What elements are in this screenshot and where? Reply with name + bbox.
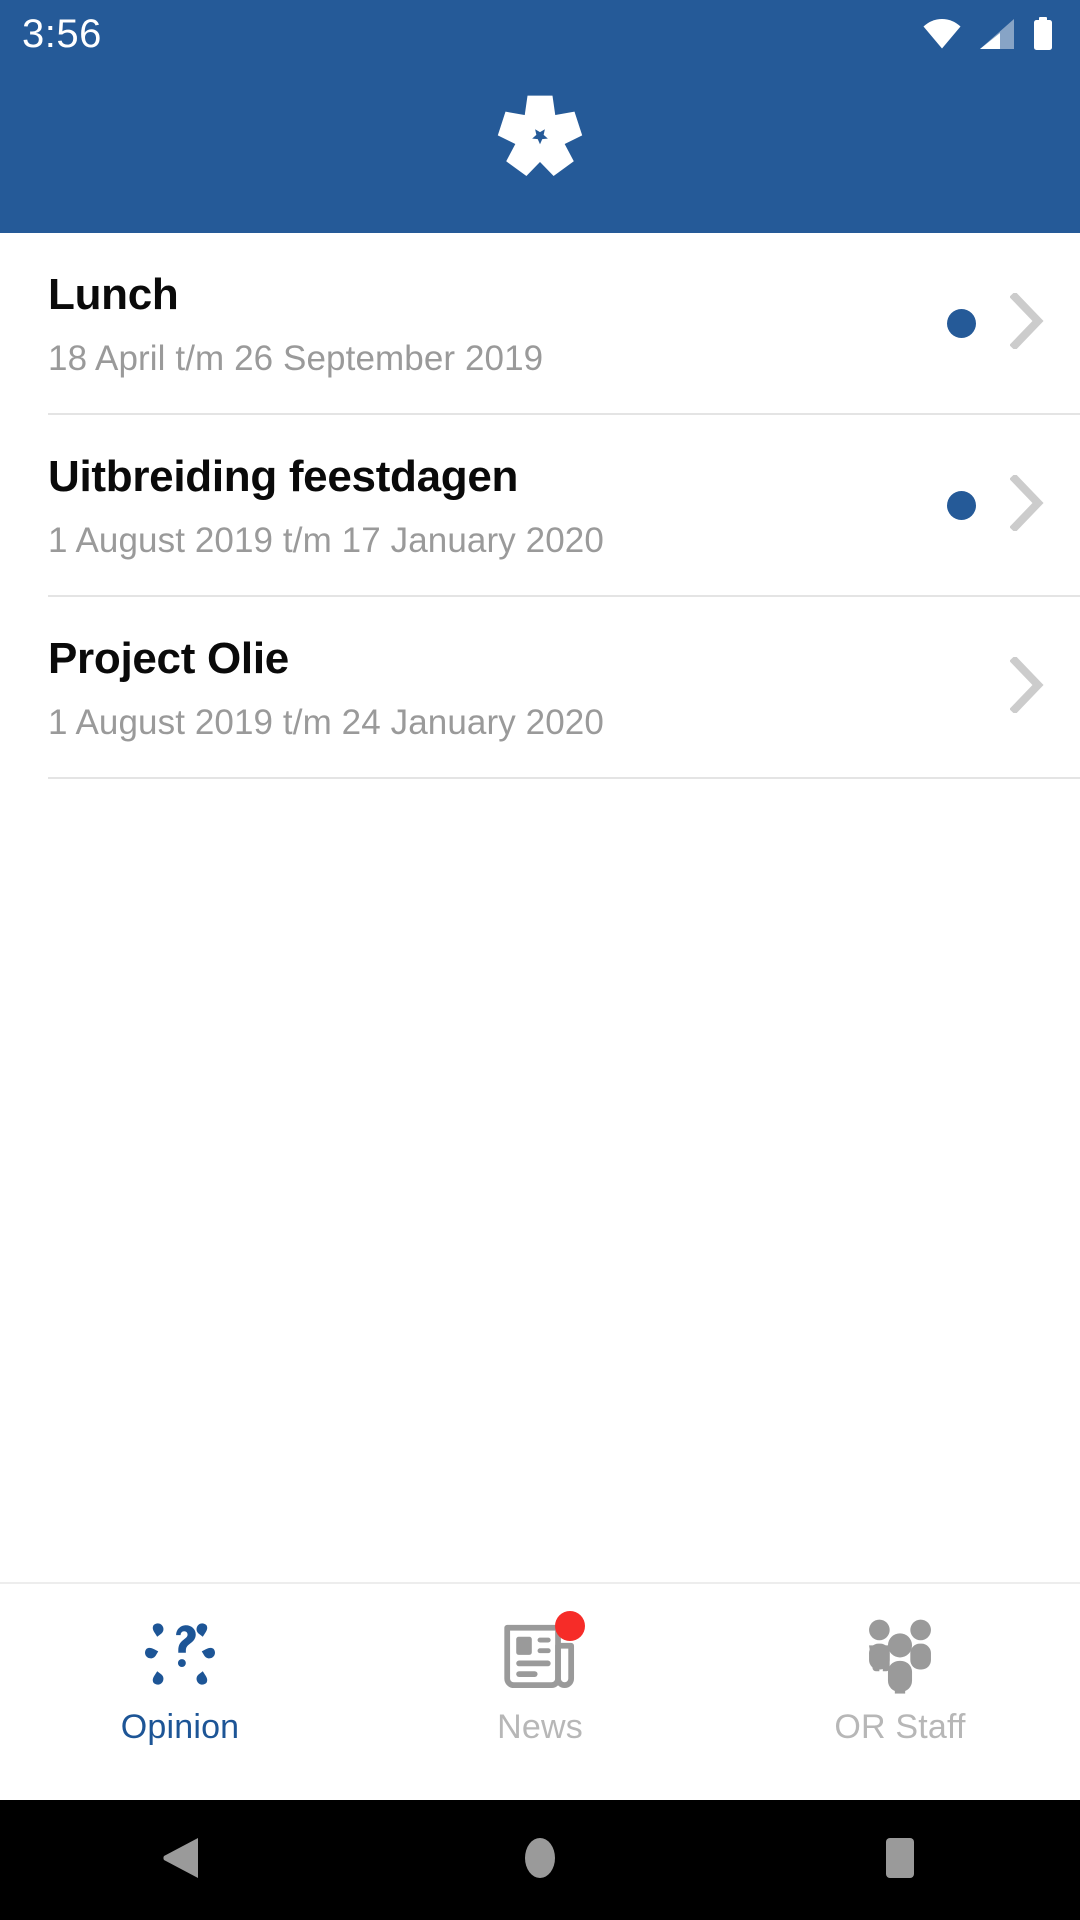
tab-opinion[interactable]: Opinion (0, 1584, 360, 1800)
list-item-text: Uitbreiding feestdagen 1 August 2019 t/m… (48, 451, 860, 561)
list-item-daterange: 1 August 2019 t/m 24 January 2020 (48, 702, 604, 742)
list-item-title: Uitbreiding feestdagen (48, 451, 519, 501)
pinwheel-logo-icon (492, 88, 588, 189)
list-item-indicators (860, 473, 1080, 536)
list-item-title: Lunch (48, 270, 179, 319)
back-button[interactable] (0, 1834, 360, 1887)
tab-icon-wrap (499, 1610, 585, 1702)
tab-label-or-staff: OR Staff (834, 1708, 966, 1746)
app-screen: 3:56 Lunch 18 April t/m 26 September 201… (0, 0, 1080, 1920)
list-item[interactable]: Uitbreiding feestdagen 1 August 2019 t/m… (0, 415, 1080, 595)
people-group-icon (857, 1611, 943, 1702)
list-item-daterange: 1 August 2019 t/m 17 January 2020 (48, 520, 604, 560)
topic-list: Lunch 18 April t/m 26 September 2019 Uit… (0, 233, 1080, 1582)
wifi-icon (922, 18, 962, 50)
status-bar-icons (922, 17, 1054, 51)
status-bar: 3:56 (0, 0, 1080, 68)
list-item-text: Lunch 18 April t/m 26 September 2019 (48, 269, 860, 379)
chevron-right-icon[interactable] (1009, 655, 1044, 718)
tab-or-staff[interactable]: OR Staff (720, 1584, 1080, 1800)
app-header: 3:56 (0, 0, 1080, 233)
chevron-right-icon[interactable] (1009, 473, 1044, 536)
newspaper-icon (499, 1610, 585, 1700)
list-item-daterange: 18 April t/m 26 September 2019 (48, 339, 544, 379)
unread-dot (947, 491, 976, 521)
tab-label-news: News (497, 1708, 583, 1746)
list-item[interactable]: Lunch 18 April t/m 26 September 2019 (0, 233, 1080, 413)
tab-news[interactable]: News (360, 1584, 720, 1800)
list-item-text: Project Olie 1 August 2019 t/m 24 Januar… (48, 633, 860, 743)
cellular-signal-icon (978, 18, 1016, 50)
list-divider (48, 776, 1080, 779)
recents-button[interactable] (720, 1834, 1080, 1887)
news-notification-badge (555, 1610, 585, 1641)
home-button[interactable] (360, 1834, 720, 1887)
header-logo (0, 88, 1080, 189)
chevron-right-icon[interactable] (1009, 291, 1044, 354)
list-item-title: Project Olie (48, 633, 289, 683)
tab-icon-wrap (137, 1610, 223, 1702)
triangle-back-icon (158, 1834, 202, 1887)
circle-home-icon (518, 1834, 562, 1887)
tab-icon-wrap (857, 1610, 943, 1702)
bottom-tab-bar: Opinion News OR Staff (0, 1582, 1080, 1800)
list-item[interactable]: Project Olie 1 August 2019 t/m 24 Januar… (0, 597, 1080, 777)
square-recents-icon (878, 1834, 922, 1887)
battery-icon (1032, 17, 1054, 51)
tab-label-opinion: Opinion (120, 1708, 240, 1746)
android-navigation-bar (0, 1800, 1080, 1920)
opinion-question-icon (137, 1611, 223, 1702)
status-bar-clock: 3:56 (22, 12, 102, 56)
unread-dot (947, 309, 976, 339)
list-item-indicators (860, 291, 1080, 354)
list-item-indicators (860, 655, 1080, 718)
